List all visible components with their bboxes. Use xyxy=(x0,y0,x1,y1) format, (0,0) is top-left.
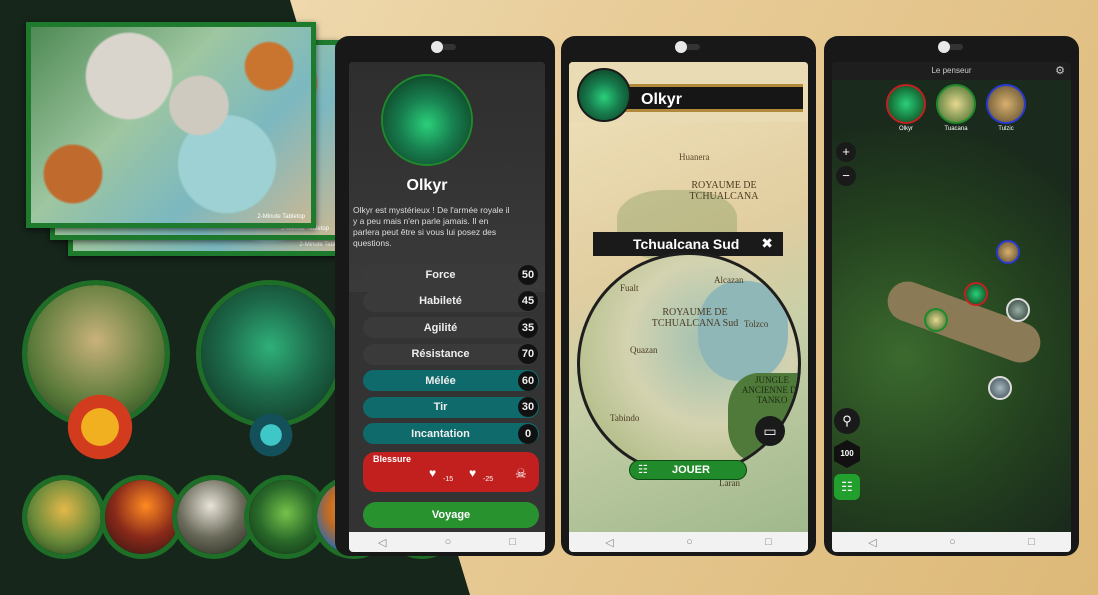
recent-apps-icon[interactable]: □ xyxy=(509,536,516,548)
phone-camera xyxy=(674,41,700,53)
player-name: Tuacana xyxy=(944,126,968,132)
region-title: Tchualcana Sud xyxy=(633,236,740,252)
android-navbar: ◁ ○ □ xyxy=(832,532,1071,552)
character-description: Olkyr est mystérieux ! De l'armée royale… xyxy=(353,205,510,248)
stat-row[interactable]: Agilité 35 xyxy=(363,317,539,338)
phone-map: Olkyr Huanera ROYAUME DE TCHUALCANA Tchu… xyxy=(561,36,816,556)
session-title: Le penseur xyxy=(931,66,972,75)
player-name-banner: Olkyr xyxy=(625,84,803,112)
phone-camera xyxy=(937,41,963,53)
lake xyxy=(698,281,788,381)
player-avatar-olkyr[interactable] xyxy=(886,84,926,124)
character-token-1 xyxy=(22,475,106,559)
stat-label: Résistance xyxy=(411,348,470,360)
back-icon[interactable]: ◁ xyxy=(868,536,876,549)
place-label: Tabindo xyxy=(610,413,640,423)
skull-icon[interactable]: ☠ xyxy=(515,466,527,482)
player-avatar-tuacana[interactable] xyxy=(936,84,976,124)
play-button[interactable]: ☷ JOUER xyxy=(629,460,747,480)
stat-value: 60 xyxy=(518,370,538,391)
phone-camera xyxy=(431,41,456,53)
broken-heart-icon[interactable]: ♥ xyxy=(469,466,476,480)
zoom-out-icon[interactable]: − xyxy=(836,166,856,186)
jade-emblem-icon xyxy=(246,410,296,460)
player-name: Olkyr xyxy=(641,91,682,108)
wound-value-1: -15 xyxy=(443,476,454,483)
character-name: Olkyr xyxy=(406,177,448,194)
zoom-in-icon[interactable]: + xyxy=(836,142,856,162)
stat-value: 70 xyxy=(518,344,538,364)
player-name: Olkyr xyxy=(899,126,913,132)
player-avatar[interactable] xyxy=(577,68,631,122)
stat-label: Incantation xyxy=(411,427,470,440)
home-icon[interactable]: ○ xyxy=(949,536,956,548)
map-token-tulzic[interactable] xyxy=(996,240,1020,264)
wound-panel[interactable]: Blessure ♥ -15 ♥ -25 ☠ xyxy=(363,452,539,492)
stat-label: Force xyxy=(425,268,456,281)
level-hexagon[interactable]: 100 xyxy=(834,440,860,468)
player-avatar-tulzic[interactable] xyxy=(986,84,1026,124)
stat-label: Agilité xyxy=(423,321,458,334)
phone-character-sheet: Olkyr Olkyr est mystérieux ! De l'armée … xyxy=(335,36,555,556)
map-token-npc[interactable] xyxy=(1006,298,1030,322)
location-pin-icon[interactable]: ⚲ xyxy=(834,408,860,434)
aztec-sun-emblem-icon xyxy=(60,392,140,462)
top-bar: Le penseur ⚙ xyxy=(832,62,1071,80)
stat-value: 50 xyxy=(518,264,538,285)
map-token-tuacana[interactable] xyxy=(924,308,948,332)
stats-list: Force 50 Habileté 45 Agilité 35 Résistance 70 Mé… xyxy=(363,264,539,450)
place-label: Huanera xyxy=(679,152,710,162)
jade-warrior-token xyxy=(196,280,344,428)
kingdom-label: ROYAUME DE TCHUALCANA xyxy=(689,180,759,202)
jungle-label: JUNGLE ANCIENNE DE TANKO xyxy=(741,375,801,405)
stat-row[interactable]: Incantation 0 xyxy=(363,423,539,444)
place-label: Fualt xyxy=(620,283,639,293)
recent-apps-icon[interactable]: □ xyxy=(765,536,772,548)
close-icon[interactable]: ✖ xyxy=(761,235,773,252)
stat-value: 30 xyxy=(518,397,538,417)
android-navbar: ◁ ○ □ xyxy=(349,532,545,552)
map-token-npc[interactable] xyxy=(988,376,1012,400)
home-icon[interactable]: ○ xyxy=(686,536,693,548)
home-icon[interactable]: ○ xyxy=(445,536,452,548)
map-token-olkyr[interactable] xyxy=(964,282,988,306)
list-icon[interactable]: ☷ xyxy=(834,474,860,500)
android-navbar: ◁ ○ □ xyxy=(569,532,808,552)
place-label: Tolzco xyxy=(744,319,769,329)
broken-heart-icon[interactable]: ♥ xyxy=(429,466,436,480)
stat-label: Habileté xyxy=(419,295,462,307)
list-icon: ☷ xyxy=(638,464,648,476)
stat-row[interactable]: Force 50 xyxy=(363,264,539,285)
place-label: Quazan xyxy=(630,345,658,355)
stat-row[interactable]: Mélée 60 xyxy=(363,370,539,391)
player-name: Tulzic xyxy=(998,126,1014,132)
settings-icon[interactable]: ⚙ xyxy=(1055,64,1065,77)
play-label: JOUER xyxy=(672,464,710,476)
place-label: Alcazan xyxy=(714,275,744,285)
back-icon[interactable]: ◁ xyxy=(605,536,613,549)
voyage-button[interactable]: Voyage xyxy=(363,502,539,528)
region-kingdom-label: ROYAUME DE TCHUALCANA Sud xyxy=(651,307,739,329)
scroll-icon[interactable]: ▭ xyxy=(755,416,785,446)
stat-label: Mélée xyxy=(425,374,456,387)
map-card-1: 2-Minute Tabletop xyxy=(26,22,316,228)
stat-value: 35 xyxy=(518,317,538,338)
wound-value-2: -25 xyxy=(483,476,494,483)
stat-row[interactable]: Tir 30 xyxy=(363,396,539,418)
recent-apps-icon[interactable]: □ xyxy=(1028,536,1035,548)
wound-label: Blessure xyxy=(373,454,412,464)
stat-row[interactable]: Résistance 70 xyxy=(363,343,539,365)
stat-value: 0 xyxy=(518,423,538,444)
stat-row[interactable]: Habileté 45 xyxy=(363,290,539,312)
character-avatar[interactable] xyxy=(381,74,473,166)
stat-label: Tir xyxy=(433,401,448,413)
phone-session: Le penseur ⚙ Olkyr Tuacana Tulzic + − ⚲ … xyxy=(824,36,1079,556)
back-icon[interactable]: ◁ xyxy=(378,536,386,549)
stat-value: 45 xyxy=(518,291,538,311)
